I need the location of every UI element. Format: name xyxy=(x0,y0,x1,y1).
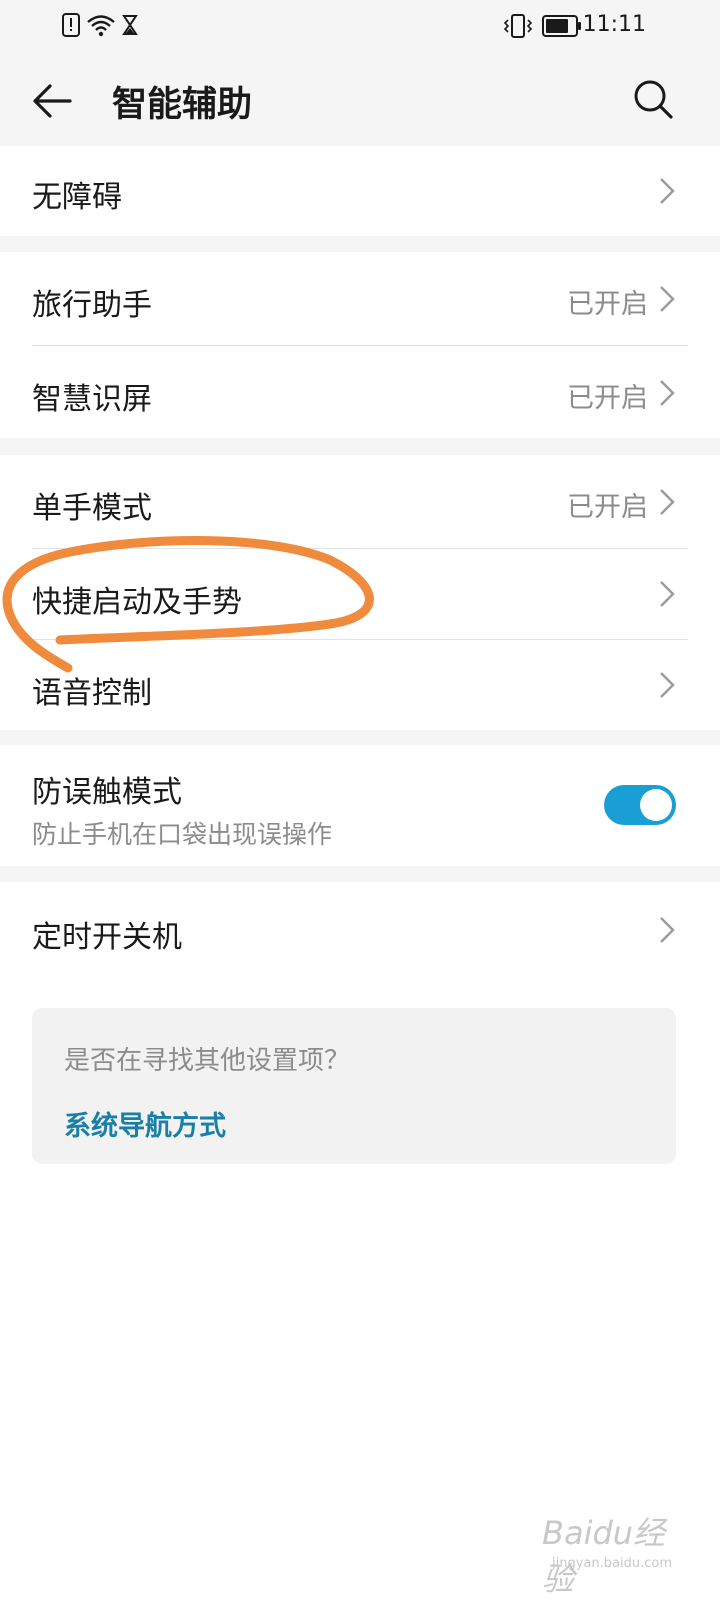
settings-item-scheduled-power[interactable]: 定时开关机 xyxy=(0,882,720,978)
chevron-right-icon xyxy=(660,380,675,406)
chevron-right-icon xyxy=(660,286,675,312)
hourglass-icon xyxy=(122,15,138,35)
settings-item-voice-control[interactable]: 语音控制 xyxy=(0,640,720,730)
chevron-right-icon xyxy=(660,178,675,204)
section-gap xyxy=(0,438,720,455)
toggle-knob xyxy=(640,789,672,821)
accidental-touch-toggle[interactable] xyxy=(604,785,676,825)
wifi-icon xyxy=(87,15,115,37)
settings-item-label: 智慧识屏 xyxy=(32,382,152,417)
chevron-right-icon xyxy=(660,581,675,607)
status-time: 11:11 xyxy=(582,12,646,37)
alert-notification-icon xyxy=(62,13,80,37)
watermark-url: jingyan.baidu.com xyxy=(552,1556,672,1571)
settings-item-accidental-touch: 防误触模式 防止手机在口袋出现误操作 xyxy=(0,745,720,866)
chevron-right-icon xyxy=(660,489,675,515)
settings-item-label: 防误触模式 xyxy=(32,775,182,810)
search-icon[interactable] xyxy=(632,78,674,120)
page-title: 智能辅助 xyxy=(112,85,253,125)
vibrate-icon xyxy=(504,14,532,38)
battery-icon xyxy=(542,15,581,37)
settings-item-status: 已开启 xyxy=(567,289,648,320)
settings-item-travel-assistant[interactable]: 旅行助手 已开启 xyxy=(0,252,720,346)
settings-item-status: 已开启 xyxy=(567,492,648,523)
arrow-left-icon[interactable] xyxy=(30,78,76,124)
settings-item-label: 快捷启动及手势 xyxy=(32,585,242,620)
settings-item-shortcuts-gestures[interactable]: 快捷启动及手势 xyxy=(0,549,720,639)
suggestion-card: 是否在寻找其他设置项？ 系统导航方式 xyxy=(32,1008,676,1164)
chevron-right-icon xyxy=(660,672,675,698)
app-bar: 智能辅助 xyxy=(0,52,720,146)
status-bar: 11:11 xyxy=(0,0,720,52)
settings-item-label: 无障碍 xyxy=(32,180,122,215)
section-gap xyxy=(0,236,720,252)
baidu-watermark: Baidu经验 jingyan.baidu.com xyxy=(542,1508,672,1598)
settings-item-description: 防止手机在口袋出现误操作 xyxy=(32,820,333,849)
section-gap xyxy=(0,866,720,882)
settings-item-label: 单手模式 xyxy=(32,491,152,526)
system-navigation-link[interactable]: 系统导航方式 xyxy=(64,1104,226,1143)
suggestion-prompt: 是否在寻找其他设置项？ xyxy=(64,1046,351,1076)
settings-item-label: 定时开关机 xyxy=(32,920,182,955)
settings-item-label: 旅行助手 xyxy=(32,288,152,323)
section-gap xyxy=(0,730,720,745)
settings-item-status: 已开启 xyxy=(567,383,648,414)
settings-item-accessibility[interactable]: 无障碍 xyxy=(0,146,720,236)
settings-item-smart-screen[interactable]: 智慧识屏 已开启 xyxy=(0,346,720,438)
settings-item-label: 语音控制 xyxy=(32,676,152,711)
chevron-right-icon xyxy=(660,917,675,943)
settings-item-one-hand-mode[interactable]: 单手模式 已开启 xyxy=(0,455,720,548)
